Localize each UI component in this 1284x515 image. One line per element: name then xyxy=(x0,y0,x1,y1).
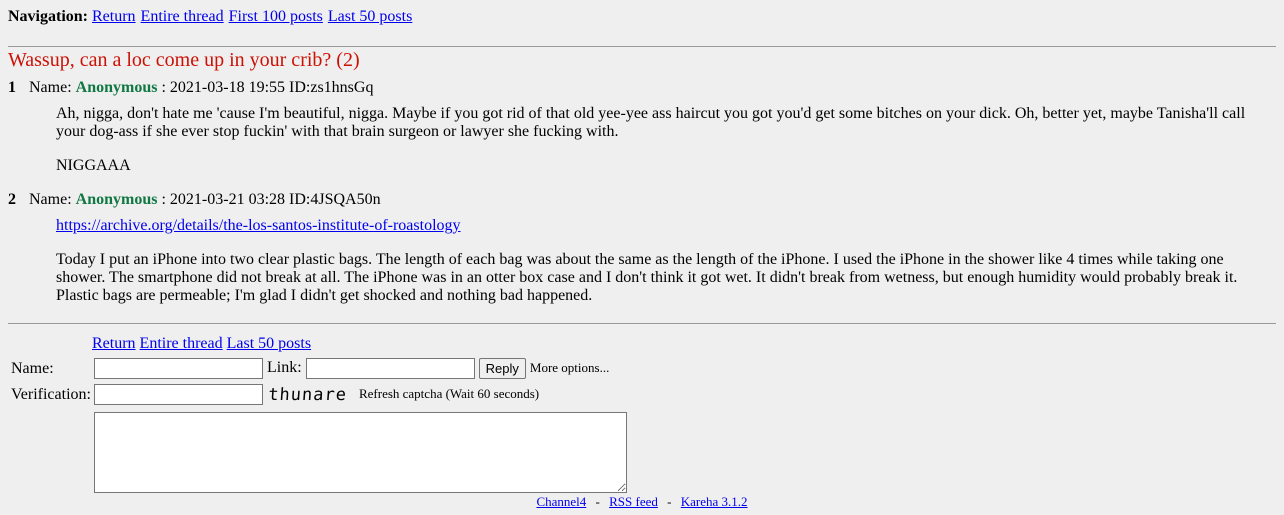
navigation-bar: Navigation: Return Entire thread First 1… xyxy=(8,8,1276,26)
captcha-text: thunare xyxy=(268,385,348,405)
post-number[interactable]: 2 xyxy=(8,191,25,209)
footer-separator: - xyxy=(595,494,600,509)
name-field[interactable] xyxy=(93,358,263,379)
post: 1 Name: Anonymous : 2021-03-18 19:55 ID:… xyxy=(8,79,1276,175)
message-textarea[interactable] xyxy=(93,412,627,493)
reply-form-table: Name: Link: Reply More options... Verifi… xyxy=(8,356,627,493)
post-paragraph: Ah, nigga, don't hate me 'cause I'm beau… xyxy=(56,105,1246,140)
nav-first-100-posts-link[interactable]: First 100 posts xyxy=(229,8,323,25)
post-header: 2 Name: Anonymous : 2021-03-21 03:28 ID:… xyxy=(8,191,1276,209)
footer: Channel4 - RSS feed - Kareha 3.1.2 xyxy=(8,494,1276,510)
nav-entire-thread-link[interactable]: Entire thread xyxy=(141,8,224,25)
post-body: https://archive.org/details/the-los-sant… xyxy=(56,217,1276,305)
post-number[interactable]: 1 xyxy=(8,79,25,97)
reply-button[interactable]: Reply xyxy=(478,358,526,379)
form-entire-thread-link[interactable]: Entire thread xyxy=(140,335,223,352)
post-body: Ah, nigga, don't hate me 'cause I'm beau… xyxy=(56,105,1276,175)
form-links: Return Entire thread Last 50 posts xyxy=(92,334,1276,354)
poster-name: Anonymous xyxy=(75,79,158,96)
post: 2 Name: Anonymous : 2021-03-21 03:28 ID:… xyxy=(8,191,1276,305)
refresh-captcha-link[interactable]: Refresh captcha (Wait 60 seconds) xyxy=(359,386,539,401)
post-meta: : 2021-03-21 03:28 ID:4JSQA50n xyxy=(161,191,381,208)
footer-separator: - xyxy=(667,494,672,509)
post-external-link[interactable]: https://archive.org/details/the-los-sant… xyxy=(56,217,461,234)
divider xyxy=(8,46,1276,47)
post-paragraph: NIGGAAA xyxy=(56,157,131,174)
post-paragraph: Today I put an iPhone into two clear pla… xyxy=(56,251,1238,304)
footer-channel4-link[interactable]: Channel4 xyxy=(536,494,586,509)
navigation-label: Navigation: xyxy=(8,8,88,25)
nav-return-link[interactable]: Return xyxy=(92,8,136,25)
link-field-label: Link: xyxy=(266,359,302,377)
link-field[interactable] xyxy=(305,358,475,379)
more-options-toggle[interactable]: More options... xyxy=(530,360,609,375)
form-return-link[interactable]: Return xyxy=(92,335,136,352)
poster-name: Anonymous xyxy=(75,191,158,208)
nav-last-50-posts-link[interactable]: Last 50 posts xyxy=(328,8,412,25)
captcha-image: thunare xyxy=(267,385,355,405)
name-field-label: Name: xyxy=(11,359,54,377)
divider xyxy=(8,323,1276,324)
name-label: Name: xyxy=(29,79,72,96)
post-meta: : 2021-03-18 19:55 ID:zs1hnsGq xyxy=(161,79,374,96)
verification-field-label: Verification: xyxy=(11,385,91,403)
thread-title: Wassup, can a loc come up in your crib? … xyxy=(8,49,360,71)
footer-kareha-link[interactable]: Kareha 3.1.2 xyxy=(681,494,748,509)
verification-field[interactable] xyxy=(93,384,263,405)
post-header: 1 Name: Anonymous : 2021-03-18 19:55 ID:… xyxy=(8,79,1276,97)
name-label: Name: xyxy=(29,191,72,208)
reply-form: Return Entire thread Last 50 posts Name:… xyxy=(8,334,1276,493)
form-last-50-posts-link[interactable]: Last 50 posts xyxy=(227,335,311,352)
footer-rss-feed-link[interactable]: RSS feed xyxy=(609,494,658,509)
